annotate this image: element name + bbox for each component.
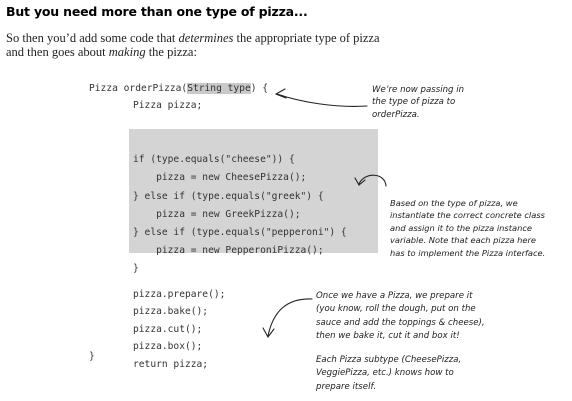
arrow-to-method-calls	[267, 298, 313, 337]
arrow-to-type-parameter	[276, 93, 368, 107]
annotation-arrows	[262, 88, 387, 339]
arrow-to-conditional-block	[358, 174, 387, 187]
